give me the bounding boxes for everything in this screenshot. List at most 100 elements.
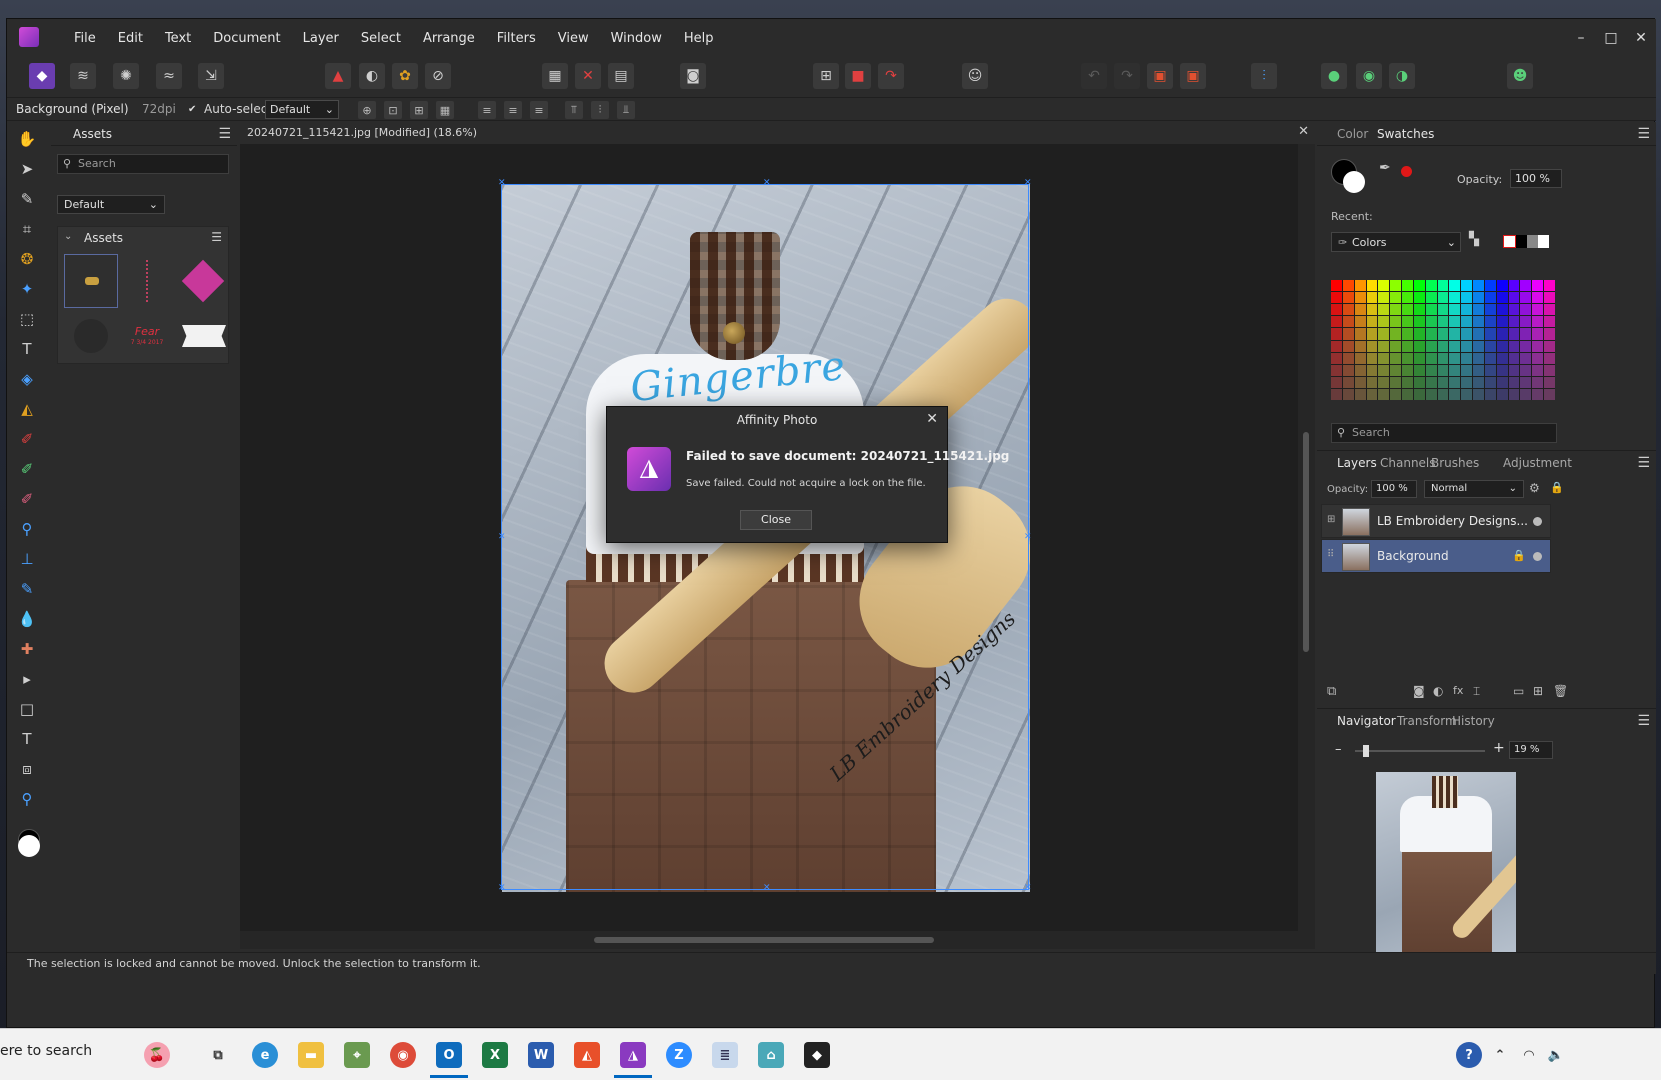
zoom-in-button[interactable]: + — [1493, 740, 1505, 756]
menu-layer[interactable]: Layer — [292, 31, 350, 46]
taskbar-search-box[interactable]: ere to search — [0, 1029, 200, 1080]
panel-menu-icon[interactable]: ☰ — [1637, 455, 1650, 471]
vertical-scrollbar-thumb[interactable] — [1303, 432, 1309, 652]
color-swatch[interactable] — [1520, 364, 1532, 376]
color-swatch[interactable] — [1484, 376, 1496, 388]
gray-swatch[interactable] — [1527, 235, 1538, 248]
horizontal-scrollbar[interactable] — [240, 931, 1298, 949]
menu-filters[interactable]: Filters — [486, 31, 547, 46]
crop-tool-icon[interactable]: ⌗ — [16, 218, 38, 240]
smudge-tool-icon[interactable]: ✎ — [16, 578, 38, 600]
color-swatch[interactable] — [1520, 376, 1532, 388]
horizontal-scrollbar-thumb[interactable] — [594, 937, 934, 943]
zoom-out-button[interactable]: – — [1335, 742, 1342, 757]
align-top-icon[interactable]: ⫪ — [565, 101, 583, 119]
color-swatch[interactable] — [1449, 280, 1461, 292]
color-swatch[interactable] — [1402, 280, 1413, 292]
align-icon[interactable]: ⫶ — [1251, 63, 1277, 89]
zoom-icon[interactable]: Z — [666, 1042, 692, 1068]
color-swatch[interactable] — [1402, 316, 1413, 328]
color-swatch[interactable] — [1484, 292, 1496, 304]
color-swatch[interactable] — [1378, 316, 1390, 328]
affinity-designer-icon[interactable]: ◭ — [574, 1042, 600, 1068]
color-swatch[interactable] — [1473, 352, 1484, 364]
color-swatch[interactable] — [1508, 280, 1520, 292]
rectangular-marquee-tool-icon[interactable]: ⬚ — [16, 308, 38, 330]
menu-text[interactable]: Text — [154, 31, 202, 46]
tab-swatches[interactable]: Swatches — [1377, 127, 1434, 141]
color-swatch[interactable] — [1342, 316, 1354, 328]
color-replacement-tool-icon[interactable]: ✐ — [16, 458, 38, 480]
clone-tool-icon[interactable]: ⊥ — [16, 548, 38, 570]
color-swatch[interactable] — [1402, 328, 1413, 340]
color-swatch[interactable] — [1342, 280, 1354, 292]
color-swatch[interactable] — [1354, 364, 1366, 376]
resize-handle[interactable]: ✕ — [1024, 179, 1032, 188]
eyedropper-icon[interactable]: ✒ — [1379, 160, 1391, 176]
color-swatch[interactable] — [1532, 316, 1544, 328]
color-swatch[interactable] — [1520, 304, 1532, 316]
asset-item[interactable] — [120, 254, 174, 308]
assistant-icon[interactable]: ☺ — [962, 63, 988, 89]
color-swatch[interactable] — [1496, 364, 1508, 376]
tab-layers[interactable]: Layers — [1337, 456, 1377, 470]
color-swatch[interactable] — [1484, 316, 1496, 328]
black-swatch[interactable] — [1516, 235, 1527, 248]
color-swatch[interactable] — [1425, 304, 1437, 316]
color-swatch[interactable] — [1496, 340, 1508, 352]
notepad-icon[interactable]: ≣ — [712, 1042, 738, 1068]
pixel-layer-icon[interactable]: ⌶ — [1473, 684, 1480, 699]
resize-handle[interactable]: ✕ — [498, 179, 506, 188]
color-swatch[interactable] — [1390, 388, 1402, 400]
color-swatch[interactable] — [1484, 340, 1496, 352]
color-swatch[interactable] — [1496, 328, 1508, 340]
color-swatch[interactable] — [1508, 304, 1520, 316]
text-frame-tool-icon[interactable]: T — [16, 338, 38, 360]
color-swatch[interactable] — [1544, 364, 1555, 376]
color-swatch[interactable] — [1449, 352, 1461, 364]
chevron-up-icon[interactable]: ⌃ — [1487, 1042, 1513, 1068]
color-swatch[interactable] — [1342, 376, 1354, 388]
color-swatch[interactable] — [1461, 292, 1473, 304]
color-picker-tool-icon[interactable]: ✎ — [16, 188, 38, 210]
color-swatch[interactable] — [1520, 280, 1532, 292]
edge-icon[interactable]: e — [252, 1042, 278, 1068]
delete-layer-icon[interactable]: 🗑 — [1553, 684, 1568, 698]
layer-row[interactable]: ⊞ LB Embroidery Designs... — [1321, 504, 1551, 538]
color-swatch[interactable] — [1354, 328, 1366, 340]
color-swatch[interactable] — [1461, 364, 1473, 376]
palette-dropdown[interactable]: ✑ Colors ⌄ — [1331, 232, 1461, 252]
assets-search-input[interactable]: ⚲ Search — [57, 154, 229, 174]
erase-icon[interactable]: ■ — [845, 63, 871, 89]
color-swatch[interactable] — [1461, 280, 1473, 292]
color-swatch[interactable] — [1413, 376, 1425, 388]
zoom-field[interactable]: 19 % — [1509, 741, 1553, 759]
expand-layer-icon[interactable]: ⠿ — [1327, 549, 1334, 560]
flood-select-tool-icon[interactable]: ✦ — [16, 278, 38, 300]
color-swatch[interactable] — [1544, 340, 1555, 352]
mesh-warp-tool-icon[interactable]: ⧈ — [16, 758, 38, 780]
tab-brushes[interactable]: Brushes — [1431, 456, 1479, 470]
color-swatch[interactable] — [1496, 280, 1508, 292]
node-tool-icon[interactable]: ▸ — [16, 668, 38, 690]
boolean-intersect-icon[interactable]: ◑ — [1389, 63, 1415, 89]
tab-color[interactable]: Color — [1337, 127, 1368, 141]
artistic-text-tool-icon[interactable]: T — [16, 728, 38, 750]
resize-handle[interactable]: ✕ — [763, 179, 771, 188]
redo-icon[interactable]: ↷ — [1114, 63, 1140, 89]
panel-menu-icon[interactable]: ☰ — [1637, 713, 1650, 729]
color-swatch[interactable] — [1331, 292, 1342, 304]
color-swatch[interactable] — [1532, 364, 1544, 376]
color-swatch[interactable] — [1544, 280, 1555, 292]
auto-select-dropdown[interactable]: Default ⌄ — [265, 100, 339, 119]
color-swatch[interactable] — [1378, 292, 1390, 304]
color-swatch[interactable] — [1354, 304, 1366, 316]
marquee-selection-icon[interactable]: ▦ — [542, 63, 568, 89]
add-layer-icon[interactable]: ⊞ — [1533, 684, 1543, 698]
quick-mask-icon[interactable]: ◙ — [680, 63, 706, 89]
search-highlight-icon[interactable]: 🍒 — [144, 1042, 170, 1068]
roblox-icon[interactable]: ◆ — [804, 1042, 830, 1068]
color-swatch[interactable] — [1484, 304, 1496, 316]
tab-assets[interactable]: Assets — [73, 127, 112, 141]
color-swatch[interactable] — [1378, 340, 1390, 352]
